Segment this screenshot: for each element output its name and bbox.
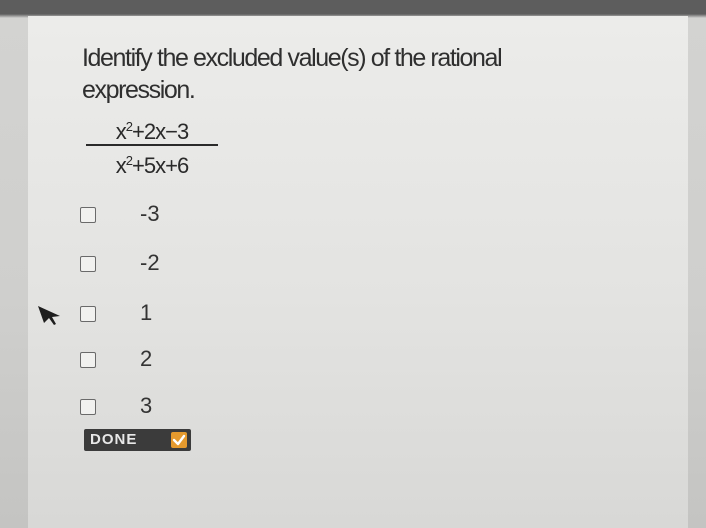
question-text: Identify the excluded value(s) of the ra… [82,42,642,106]
done-label: DONE [90,431,138,448]
question-line-1: Identify the excluded value(s) of the ra… [82,44,503,72]
checkbox[interactable] [80,207,96,223]
checkbox[interactable] [80,352,96,368]
choice-item[interactable]: -3 [80,200,200,230]
numerator: x2+2x−3 [115,119,189,144]
choice-item[interactable]: 2 [80,345,200,375]
mouse-cursor-icon [38,306,60,325]
checkmark-icon [171,432,187,448]
rational-expression: x2+2x−3 x2+5x+6 [86,114,218,178]
screen: Identify the excluded value(s) of the ra… [0,0,706,528]
fraction-bar [86,144,218,146]
choice-label: 2 [140,346,153,371]
choice-label: -3 [140,201,160,226]
choice-item[interactable]: 1 [80,299,200,329]
choice-label: 1 [140,300,153,325]
checkbox[interactable] [80,306,96,322]
choice-item[interactable]: -2 [80,249,200,279]
choice-label: -2 [140,250,160,275]
done-button[interactable]: DONE [84,429,191,451]
choice-item[interactable]: 3 [80,392,200,422]
checkbox[interactable] [80,399,96,415]
checkbox[interactable] [80,256,96,272]
choice-label: 3 [140,393,153,418]
question-line-2: expression. [82,76,196,104]
denominator: x2+5x+6 [115,153,189,178]
